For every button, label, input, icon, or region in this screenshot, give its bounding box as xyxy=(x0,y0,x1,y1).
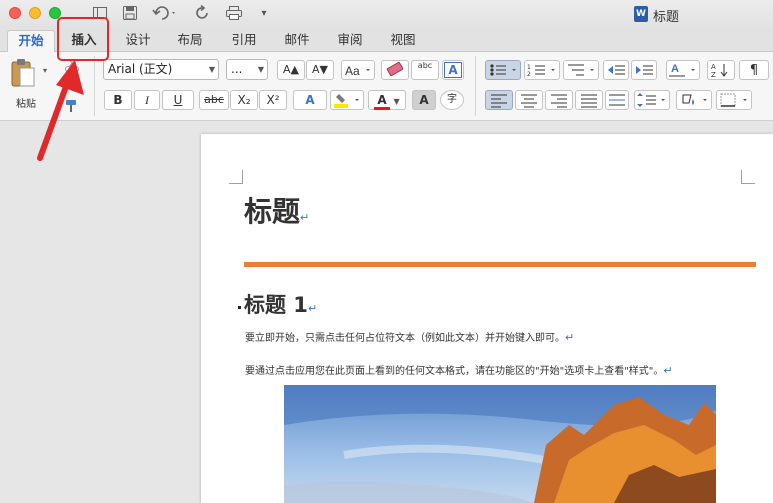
font-name-value: Arial (正文) xyxy=(108,62,173,76)
heading-1-text: 标题 1 xyxy=(244,293,308,317)
bullets-icon[interactable] xyxy=(485,60,521,80)
abc-label: abc xyxy=(417,61,433,70)
document-title-text: 标题 xyxy=(244,195,301,228)
svg-text:Aa: Aa xyxy=(345,64,360,78)
document-page[interactable]: 标题↵ 标题 1↵ 要立即开始，只需点击任何占位符文本（例如此文本）并开始键入即… xyxy=(201,134,773,503)
ribbon-separator xyxy=(94,56,95,116)
crop-mark xyxy=(741,170,755,184)
title-rule xyxy=(244,262,756,267)
font-spacing-button[interactable]: A xyxy=(666,60,700,80)
svg-text:A: A xyxy=(711,63,716,71)
subscript-button[interactable]: X₂ xyxy=(230,90,258,110)
bold-button[interactable]: B xyxy=(104,90,132,110)
word-document-icon: W xyxy=(634,6,648,22)
landscape-photo[interactable] xyxy=(284,385,716,503)
save-icon[interactable] xyxy=(122,5,138,23)
multilevel-list-icon[interactable] xyxy=(563,60,599,80)
align-right-icon[interactable] xyxy=(545,90,573,110)
text-box-button[interactable]: A xyxy=(442,60,464,80)
shading-icon[interactable] xyxy=(676,90,712,110)
paragraph-bullet xyxy=(238,306,241,309)
chevron-down-icon: ▼ xyxy=(393,97,400,106)
paragraph-mark: ↵ xyxy=(307,302,318,315)
tab-view[interactable]: 视图 xyxy=(383,30,423,52)
ribbon-tabs: 开始 插入 设计 布局 引用 邮件 审阅 视图 xyxy=(0,28,773,53)
minimize-button[interactable] xyxy=(29,7,41,19)
increase-indent-icon[interactable] xyxy=(631,60,657,80)
decrease-indent-icon[interactable] xyxy=(603,60,629,80)
close-button[interactable] xyxy=(9,7,21,19)
line-spacing-icon[interactable] xyxy=(634,90,670,110)
spelling-button[interactable]: abc xyxy=(411,60,439,80)
tab-design[interactable]: 设计 xyxy=(118,30,158,52)
svg-text:Z: Z xyxy=(711,71,716,79)
sort-icon[interactable]: AZ xyxy=(707,60,735,80)
tab-review[interactable]: 审阅 xyxy=(330,30,370,52)
highlight-icon[interactable] xyxy=(330,90,364,110)
align-left-icon[interactable] xyxy=(485,90,513,110)
distributed-icon[interactable] xyxy=(605,90,629,110)
ribbon-separator xyxy=(475,56,476,116)
tab-references[interactable]: 引用 xyxy=(224,30,264,52)
undo-icon[interactable] xyxy=(152,5,178,23)
document-canvas[interactable]: 标题↵ 标题 1↵ 要立即开始，只需点击任何占位符文本（例如此文本）并开始键入即… xyxy=(0,121,773,503)
text-box-label: A xyxy=(444,62,462,78)
paragraph-1[interactable]: 要立即开始，只需点击任何占位符文本（例如此文本）并开始键入即可。↵ xyxy=(245,329,574,344)
customize-icon[interactable]: ▾ xyxy=(258,5,270,23)
font-color-label: A xyxy=(374,94,390,110)
chevron-down-icon: ▼ xyxy=(208,65,215,74)
font-name-select[interactable]: Arial (正文) ▼ xyxy=(103,59,219,80)
font-size-value: ... xyxy=(231,62,243,76)
borders-icon[interactable] xyxy=(716,90,752,110)
paragraph-mark: ↵ xyxy=(565,331,575,344)
phonetic-guide-button[interactable]: 字 xyxy=(440,90,464,110)
clear-formatting-icon[interactable] xyxy=(381,60,409,80)
print-icon[interactable] xyxy=(225,5,243,23)
italic-button[interactable]: I xyxy=(134,90,160,110)
svg-text:1: 1 xyxy=(527,64,531,71)
tab-layout[interactable]: 布局 xyxy=(170,30,210,52)
paragraph-2[interactable]: 要通过点击应用您在此页面上看到的任何文本格式，请在功能区的"开始"选项卡上查看"… xyxy=(245,362,673,377)
paragraph-mark: ↵ xyxy=(663,364,673,377)
document-title[interactable]: 标题↵ xyxy=(244,190,309,230)
tab-home[interactable]: 开始 xyxy=(7,30,55,53)
heading-1[interactable]: 标题 1↵ xyxy=(244,289,317,319)
justify-icon[interactable] xyxy=(575,90,603,110)
change-case-button[interactable]: Aa xyxy=(341,60,375,80)
svg-text:2: 2 xyxy=(527,71,531,78)
font-size-select[interactable]: ... ▼ xyxy=(226,59,268,80)
center-icon[interactable] xyxy=(515,90,543,110)
red-arrow xyxy=(37,60,84,161)
grow-font-button[interactable]: A▲ xyxy=(277,60,305,80)
chevron-down-icon: ▼ xyxy=(257,65,264,74)
numbering-icon[interactable]: 12 xyxy=(524,60,560,80)
ribbon-home: ▾ 粘贴 Arial (正文) ▼ ... ▼ A▲ A▼ Aa abc A B… xyxy=(0,52,773,121)
title-bar: ▾ W 标题 xyxy=(0,0,773,28)
svg-text:A: A xyxy=(671,63,679,75)
strikethrough-button[interactable]: abc xyxy=(199,90,229,110)
tab-mailings[interactable]: 邮件 xyxy=(277,30,317,52)
text-effects-button[interactable]: A xyxy=(293,90,327,110)
superscript-button[interactable]: X² xyxy=(259,90,287,110)
character-shading-button[interactable]: A xyxy=(412,90,436,110)
underline-button[interactable]: U xyxy=(162,90,194,110)
redo-icon[interactable] xyxy=(195,4,211,23)
shrink-font-button[interactable]: A▼ xyxy=(306,60,334,80)
font-color-button[interactable]: A ▼ xyxy=(368,90,406,110)
window-title: 标题 xyxy=(653,10,680,25)
show-marks-icon[interactable]: ¶ xyxy=(739,60,769,80)
paragraph-1-text: 要立即开始，只需点击任何占位符文本（例如此文本）并开始键入即可。 xyxy=(245,333,565,344)
crop-mark xyxy=(229,170,243,184)
paragraph-mark: ↵ xyxy=(300,211,310,224)
paragraph-2-text: 要通过点击应用您在此页面上看到的任何文本格式，请在功能区的"开始"选项卡上查看"… xyxy=(245,366,664,377)
